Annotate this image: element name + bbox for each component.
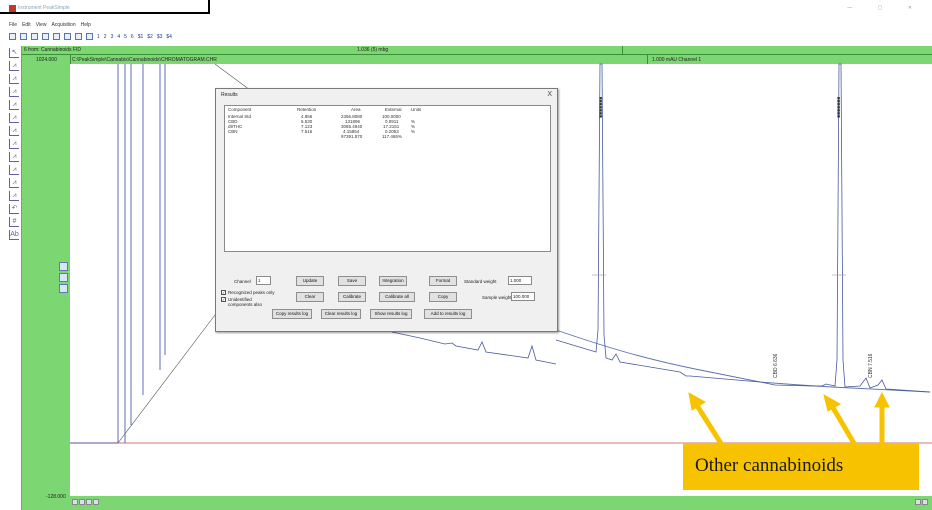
horizontal-scroll-left xyxy=(72,499,99,505)
clear-button[interactable]: Clear xyxy=(296,292,324,302)
plot-navigation xyxy=(59,262,69,296)
recognized-peaks-checkbox[interactable]: ✓ xyxy=(221,290,226,295)
peak-label-top-1: ■■■■■■■ xyxy=(598,96,604,118)
unidentified-label: Unidentified components also xyxy=(228,297,263,307)
row-4-retention: 7.516 xyxy=(301,129,313,134)
recognized-peaks-label: Recognized peaks only xyxy=(228,290,275,295)
peak-label-cbd: CBD 6.636 xyxy=(773,353,779,378)
scroll-next-icon[interactable] xyxy=(86,499,92,505)
update-button[interactable]: Update xyxy=(296,276,324,286)
channel-label: Channel xyxy=(234,279,251,284)
zoom-reset-icon[interactable] xyxy=(59,284,68,293)
chromatogram-trace-main xyxy=(555,63,931,393)
peak-label-cbn: CBN 7.516 xyxy=(868,353,874,378)
scroll-last-icon[interactable] xyxy=(93,499,99,505)
col-header-retention: Retention xyxy=(297,107,317,112)
scroll-prev-icon[interactable] xyxy=(79,499,85,505)
show-results-log-button[interactable]: Show results log xyxy=(370,309,412,319)
scroll-right-prev-icon[interactable] xyxy=(915,499,921,505)
arrow-1 xyxy=(693,402,725,447)
add-to-results-log-button[interactable]: Add to results log xyxy=(424,309,472,319)
calibrate-all-button[interactable]: Calibrate all xyxy=(379,292,415,302)
save-button[interactable]: Save xyxy=(338,276,366,286)
integration-button[interactable]: Integration xyxy=(379,276,407,286)
close-icon[interactable]: X xyxy=(547,91,552,98)
dialog-title: Results xyxy=(221,92,238,98)
peak-label-top-2: ■■■■■■■ xyxy=(836,96,842,118)
col-header-external: External xyxy=(385,107,402,112)
total-external: 117.465% xyxy=(382,134,402,139)
solvent-tail-line xyxy=(214,63,251,91)
col-header-units: Units xyxy=(411,107,422,112)
scroll-right-next-icon[interactable] xyxy=(922,499,928,505)
scroll-first-icon[interactable] xyxy=(72,499,78,505)
chromatogram-trace-under-dialog xyxy=(391,331,557,365)
sample-weight-label: Sample weight xyxy=(482,295,512,300)
unidentified-checkbox[interactable]: ✓ xyxy=(221,297,226,302)
channel-select[interactable]: 1 xyxy=(256,276,271,285)
clear-results-log-button[interactable]: Clear results log xyxy=(321,309,361,319)
results-list[interactable]: Component Retention Area External Units … xyxy=(224,105,551,252)
horizontal-scroll-right xyxy=(915,499,928,505)
row-4-units: % xyxy=(411,129,416,134)
col-header-component: Component xyxy=(228,107,252,112)
calibrate-button[interactable]: Calibrate xyxy=(338,292,366,302)
arrow-1-head xyxy=(688,392,706,411)
arrow-2 xyxy=(829,404,858,447)
results-dialog: Results X Component Retention Area Exter… xyxy=(215,88,558,332)
zoom-in-icon[interactable] xyxy=(59,262,68,271)
annotation-arrows xyxy=(688,391,890,447)
annotation-text: Other cannabinoids xyxy=(695,455,844,476)
solvent-tail-line xyxy=(117,314,216,444)
col-header-area: Area xyxy=(351,107,361,112)
standard-weight-label: Standard weight xyxy=(464,279,497,284)
copy-button[interactable]: Copy xyxy=(429,292,457,302)
row-4-component: CBN xyxy=(228,129,238,134)
copy-results-log-button[interactable]: Copy results log xyxy=(272,309,312,319)
arrow-2-head xyxy=(823,393,842,412)
arrow-3-head xyxy=(874,391,890,408)
format-button[interactable]: Format xyxy=(429,276,457,286)
total-area: 97391.570 xyxy=(341,134,363,139)
sample-weight-input[interactable]: 100.000 xyxy=(511,292,535,301)
standard-weight-input[interactable]: 1.000 xyxy=(508,276,532,285)
zoom-out-icon[interactable] xyxy=(59,273,68,282)
